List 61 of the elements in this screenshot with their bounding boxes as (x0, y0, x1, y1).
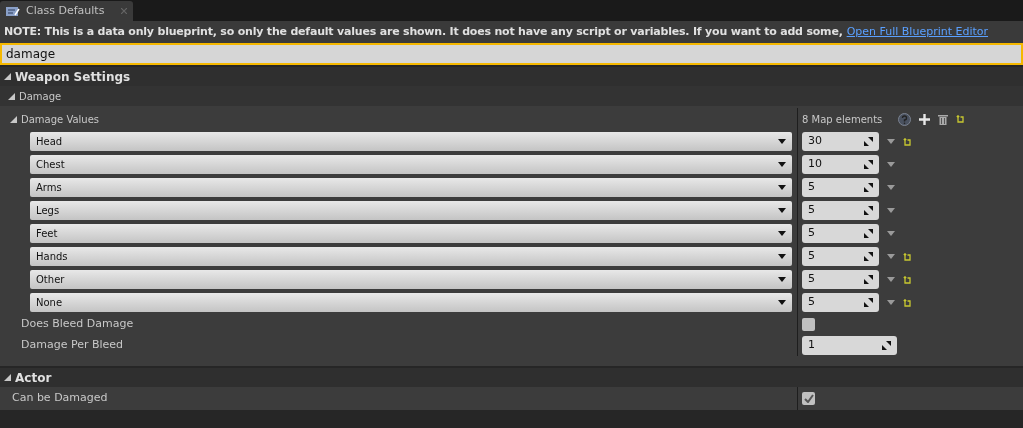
expand-triangle-icon[interactable] (4, 73, 11, 80)
property-label: Does Bleed Damage (21, 316, 134, 333)
reset-arrow-icon[interactable] (903, 298, 911, 307)
trash-icon[interactable] (938, 113, 948, 125)
drag-arrows-icon (864, 275, 873, 284)
note-text: NOTE: This is a data only blueprint, so only the default values are shown. It does not have any script or variables. If you want to add some, (4, 23, 843, 40)
key-dropdown[interactable]: Chest (30, 155, 792, 174)
search-field[interactable]: damage (0, 43, 1023, 65)
number-field[interactable]: 5 (802, 178, 879, 197)
number-field[interactable]: 5 (802, 270, 879, 289)
editor-link[interactable]: Open Full Blueprint Editor (846, 23, 989, 41)
drag-arrows-icon (864, 183, 873, 192)
checkbox[interactable] (802, 318, 815, 331)
drag-arrows-icon (864, 298, 873, 307)
property-label: Damage Per Bleed (21, 337, 124, 354)
element-count: 8 Map elements (802, 112, 884, 127)
reset-arrow-icon[interactable] (903, 275, 911, 284)
key-dropdown[interactable]: Other (30, 270, 792, 289)
drag-arrows-icon (864, 206, 873, 215)
dropdown-arrow-icon[interactable] (778, 139, 786, 144)
number-field[interactable]: 5 (802, 224, 879, 243)
reset-arrow-icon[interactable] (903, 252, 911, 261)
editor-tab[interactable]: Class Defaults (0, 1, 133, 21)
key-dropdown[interactable]: Hands (30, 247, 792, 266)
dropdown-arrow-icon[interactable] (778, 185, 786, 190)
property-label: Damage Values (21, 112, 100, 127)
category-header[interactable]: Actor (0, 368, 1023, 387)
number-field[interactable]: 10 (802, 155, 879, 174)
key-dropdown[interactable]: Head (30, 132, 792, 151)
help-icon[interactable] (898, 112, 911, 126)
dropdown-arrow-icon[interactable] (778, 254, 786, 259)
drag-arrows-icon (864, 252, 873, 261)
checkbox[interactable] (802, 392, 815, 405)
dropdown-arrow-icon[interactable] (778, 162, 786, 167)
dropdown-arrow-icon[interactable] (778, 300, 786, 305)
category-header[interactable]: Weapon Settings (0, 67, 1023, 86)
dropdown-arrow-icon[interactable] (778, 277, 786, 282)
add-icon[interactable] (919, 113, 930, 125)
key-dropdown[interactable]: None (30, 293, 792, 312)
key-dropdown[interactable]: Feet (30, 224, 792, 243)
drag-arrows-icon (864, 137, 873, 146)
key-dropdown[interactable]: Arms (30, 178, 792, 197)
expand-triangle-icon[interactable] (4, 374, 11, 381)
number-field[interactable]: 5 (802, 293, 879, 312)
number-field[interactable]: 30 (802, 132, 879, 151)
drag-arrows-icon (864, 229, 873, 238)
number-field[interactable]: 1 (802, 336, 897, 355)
key-dropdown[interactable]: Legs (30, 201, 792, 220)
reset-arrow-icon[interactable] (956, 115, 964, 123)
drag-arrows-icon (882, 341, 891, 350)
number-field[interactable]: 5 (802, 201, 879, 220)
blueprint-icon (6, 5, 20, 17)
dropdown-arrow-icon[interactable] (778, 231, 786, 236)
drag-arrows-icon (864, 160, 873, 169)
number-field[interactable]: 5 (802, 247, 879, 266)
property-label: Can be Damaged (12, 390, 108, 407)
subcategory-header[interactable]: Damage (0, 86, 1023, 106)
reset-arrow-icon[interactable] (903, 137, 911, 146)
expand-triangle-icon[interactable] (8, 92, 15, 100)
dropdown-arrow-icon[interactable] (778, 208, 786, 213)
expand-triangle-icon[interactable] (10, 115, 17, 123)
